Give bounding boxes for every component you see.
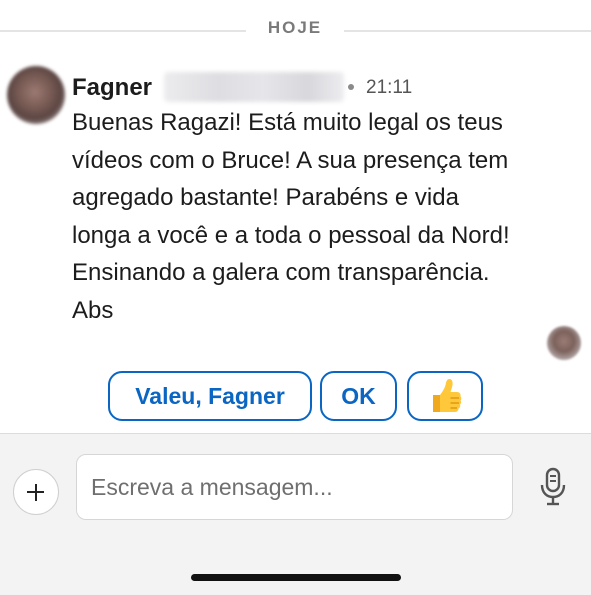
quick-reply-ok-button[interactable]: OK xyxy=(320,371,397,421)
sender-avatar[interactable] xyxy=(7,66,65,124)
quick-replies: Valeu, Fagner OK xyxy=(0,371,591,421)
microphone-icon[interactable] xyxy=(538,467,568,507)
date-divider: HOJE xyxy=(0,16,591,42)
home-indicator[interactable] xyxy=(191,574,401,581)
read-receipt-avatar xyxy=(547,326,581,360)
divider-line-right xyxy=(344,30,591,32)
message-header: Fagner 21:11 xyxy=(72,72,572,104)
quick-reply-thumbs-up-button[interactable] xyxy=(407,371,483,421)
sender-name[interactable]: Fagner xyxy=(72,74,152,102)
plus-icon-vertical xyxy=(34,483,37,501)
composer-bar xyxy=(0,433,591,595)
thumbs-up-icon xyxy=(433,378,462,412)
message-body: Buenas Ragazi! Está muito legal os teus … xyxy=(72,109,510,324)
date-divider-label: HOJE xyxy=(267,18,323,37)
message-input[interactable] xyxy=(76,454,513,520)
message-timestamp: 21:11 xyxy=(366,77,413,98)
sender-lastname-redacted xyxy=(164,72,344,102)
quick-reply-thanks-button[interactable]: Valeu, Fagner xyxy=(108,371,312,421)
divider-line-left xyxy=(0,30,246,32)
add-attachment-button[interactable] xyxy=(13,469,59,515)
separator-dot xyxy=(348,84,354,90)
